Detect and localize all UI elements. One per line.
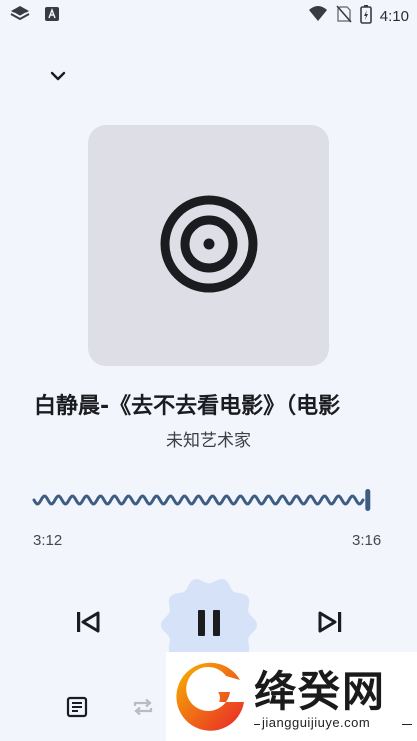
song-title: 白静晨-《去不去看电影》（电影 xyxy=(34,394,341,419)
notification-app-icon xyxy=(10,5,30,27)
lyrics-button[interactable] xyxy=(62,694,92,724)
status-left-icons xyxy=(10,5,60,27)
no-sim-icon xyxy=(336,5,352,27)
watermark-name: 绛癸网 xyxy=(254,667,387,716)
repeat-icon xyxy=(131,696,155,722)
watermark-divider-right xyxy=(402,724,412,725)
skip-previous-icon xyxy=(74,610,102,638)
status-bar: 4:10 xyxy=(0,0,417,30)
status-right-icons: 4:10 xyxy=(308,4,409,28)
pause-icon xyxy=(195,608,223,642)
watermark-domain: jiangguijiuye.com xyxy=(262,715,371,730)
progress-thumb xyxy=(365,489,371,511)
skip-next-icon xyxy=(316,610,344,638)
watermark: 绛癸网 jiangguijiuye.com xyxy=(166,652,417,741)
vinyl-disc-icon xyxy=(157,192,261,300)
progress-wave xyxy=(32,494,365,506)
watermark-divider-left xyxy=(254,724,260,725)
battery-charging-icon xyxy=(359,4,372,28)
progress-slider[interactable] xyxy=(30,482,380,518)
total-duration: 3:16 xyxy=(352,532,382,549)
next-button[interactable] xyxy=(312,606,348,642)
artist-name: 未知艺术家 xyxy=(166,431,251,451)
elapsed-time: 3:12 xyxy=(33,532,63,549)
wifi-icon xyxy=(308,5,328,27)
previous-button[interactable] xyxy=(70,606,106,642)
keyboard-a-icon xyxy=(44,6,60,26)
watermark-logo xyxy=(170,658,250,740)
status-clock: 4:10 xyxy=(379,7,409,25)
collapse-button[interactable] xyxy=(44,62,72,90)
lyrics-icon xyxy=(66,696,88,722)
chevron-down-icon xyxy=(49,67,67,86)
song-title-container: 白静晨-《去不去看电影》（电影 xyxy=(0,388,417,422)
repeat-button[interactable] xyxy=(128,694,158,724)
album-artwork xyxy=(88,125,329,366)
